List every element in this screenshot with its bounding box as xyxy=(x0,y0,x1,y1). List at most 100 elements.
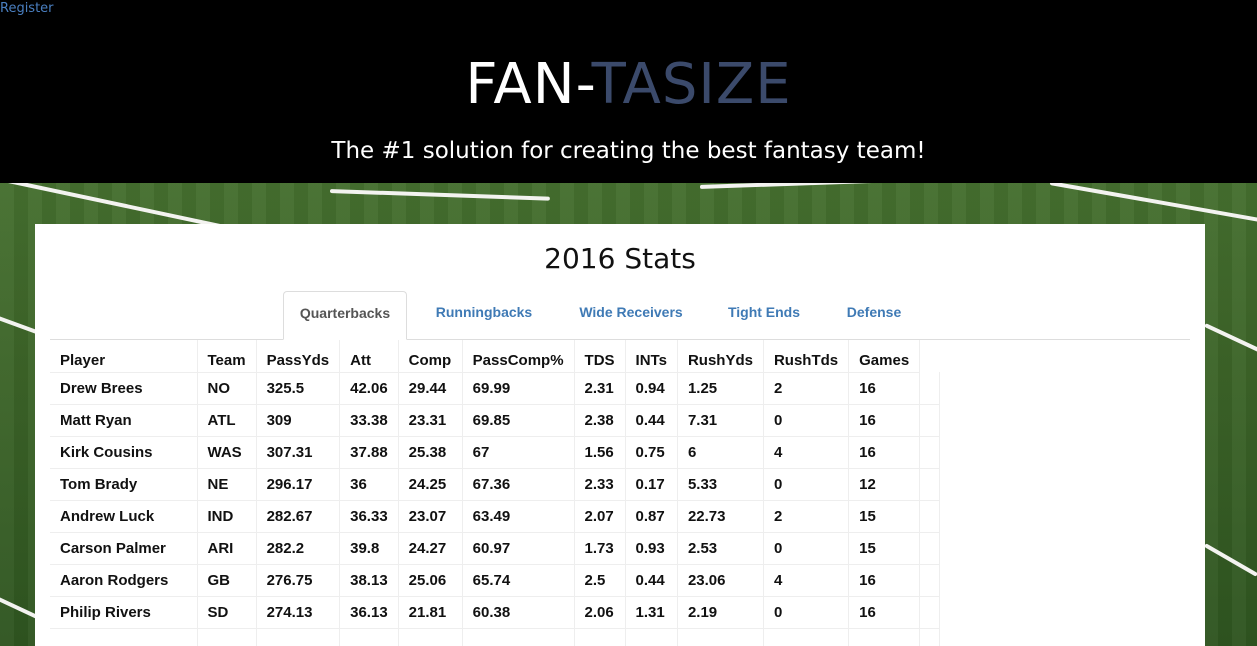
cell-rushyds: 1.25 xyxy=(677,372,764,405)
cell-rushyds: 6 xyxy=(677,436,764,469)
cell-spacer xyxy=(919,596,941,629)
cell-passcomp-pct: 60.38 xyxy=(462,596,575,629)
column-header-passcomp-pct[interactable]: PassComp% xyxy=(462,340,575,373)
cell-team: ATL xyxy=(197,404,257,437)
cell-games: 16 xyxy=(848,436,921,469)
cell-rushtds: 0 xyxy=(763,468,850,501)
cell-team: NO xyxy=(197,372,257,405)
cell-passcomp-pct: 67 xyxy=(462,436,575,469)
cell-passyds: 307.31 xyxy=(256,436,341,469)
column-header-comp[interactable]: Comp xyxy=(398,340,463,373)
cell-tds: 2.38 xyxy=(574,404,626,437)
table-row: Drew Brees NO 325.5 42.06 29.44 69.99 2.… xyxy=(50,372,941,405)
cell-att: 36.13 xyxy=(339,596,399,629)
cell-att: 38.13 xyxy=(339,564,399,597)
column-header-rushyds[interactable]: RushYds xyxy=(677,340,764,373)
cell-player: Kirk Cousins xyxy=(50,436,198,469)
cell-games: 12 xyxy=(848,468,921,501)
cell-tds: 2.33 xyxy=(574,468,626,501)
cell-ints: 0.17 xyxy=(625,468,678,501)
column-header-att[interactable]: Att xyxy=(339,340,399,373)
cell-rushtds: 2 xyxy=(763,372,850,405)
cell-rushyds: 5.33 xyxy=(677,468,764,501)
cell-rushyds: 23.06 xyxy=(677,564,764,597)
column-spacer xyxy=(920,340,940,372)
cell-spacer xyxy=(919,564,941,597)
register-link[interactable]: Register xyxy=(0,1,54,16)
cell-comp: 23.31 xyxy=(398,404,463,437)
cell-att: 36.33 xyxy=(339,500,399,533)
cell-passyds: 325.5 xyxy=(256,372,341,405)
cell-player: Carson Palmer xyxy=(50,532,198,565)
cell-comp: 29.44 xyxy=(398,372,463,405)
yard-line xyxy=(1204,323,1257,353)
table-row: Philip Rivers SD 274.13 36.13 21.81 60.3… xyxy=(50,596,941,629)
cell-tds: 1.56 xyxy=(574,436,626,469)
cell-rushyds: 22.73 xyxy=(677,500,764,533)
cell-rushtds: 4 xyxy=(763,564,850,597)
tab-defense[interactable]: Defense xyxy=(832,291,916,337)
column-header-passyds[interactable]: PassYds xyxy=(256,340,341,373)
cell-passcomp-pct: 67.36 xyxy=(462,468,575,501)
yard-line xyxy=(699,183,960,189)
cell-ints: 0.44 xyxy=(625,404,678,437)
brand-logo: FAN-TASIZE xyxy=(0,53,1257,117)
tagline: The #1 solution for creating the best fa… xyxy=(331,138,926,164)
tab-tight-ends[interactable]: Tight Ends xyxy=(714,291,814,337)
cell-team: ARI xyxy=(197,532,257,565)
cell-player: Drew Brees xyxy=(50,372,198,405)
cell-player: Andrew Luck xyxy=(50,500,198,533)
cell-player: Philip Rivers xyxy=(50,596,198,629)
cell-player: Tom Brady xyxy=(50,468,198,501)
cell-ints: 1.31 xyxy=(625,596,678,629)
cell-player: Aaron Rodgers xyxy=(50,564,198,597)
table-row: Matt Ryan ATL 309 33.38 23.31 69.85 2.38… xyxy=(50,404,941,437)
cell-comp: 25.38 xyxy=(398,436,463,469)
table-row-partial xyxy=(50,628,941,646)
tab-runningbacks[interactable]: Runningbacks xyxy=(421,291,547,337)
column-header-tds[interactable]: TDS xyxy=(574,340,626,373)
cell-passcomp-pct: 69.99 xyxy=(462,372,575,405)
brand-part-fan: FAN- xyxy=(465,52,592,117)
cell-att: 37.88 xyxy=(339,436,399,469)
tab-wide-receivers[interactable]: Wide Receivers xyxy=(564,291,698,337)
table-header-row: Player Team PassYds Att Comp PassComp% T… xyxy=(50,340,940,373)
cell-att: 33.38 xyxy=(339,404,399,437)
cell-rushtds: 0 xyxy=(763,596,850,629)
site-header: Register FAN-TASIZE The #1 solution for … xyxy=(0,0,1257,183)
column-header-games[interactable]: Games xyxy=(848,340,921,373)
cell-rushyds: 7.31 xyxy=(677,404,764,437)
cell-games: 15 xyxy=(848,532,921,565)
tab-quarterbacks[interactable]: Quarterbacks xyxy=(283,291,407,340)
column-header-player[interactable]: Player xyxy=(50,340,198,373)
cell-att: 42.06 xyxy=(339,372,399,405)
table-row: Aaron Rodgers GB 276.75 38.13 25.06 65.7… xyxy=(50,564,941,597)
stats-table: Player Team PassYds Att Comp PassComp% T… xyxy=(50,340,941,646)
cell-ints: 0.75 xyxy=(625,436,678,469)
cell-comp: 24.27 xyxy=(398,532,463,565)
cell-comp: 23.07 xyxy=(398,500,463,533)
cell-ints: 0.94 xyxy=(625,372,678,405)
cell-passyds: 282.67 xyxy=(256,500,341,533)
column-header-rushtds[interactable]: RushTds xyxy=(763,340,850,373)
cell-comp: 24.25 xyxy=(398,468,463,501)
cell-rushyds: 2.19 xyxy=(677,596,764,629)
cell-passyds: 309 xyxy=(256,404,341,437)
column-header-team[interactable]: Team xyxy=(197,340,257,373)
cell-ints: 0.44 xyxy=(625,564,678,597)
table-body: Drew Brees NO 325.5 42.06 29.44 69.99 2.… xyxy=(50,372,941,646)
column-header-ints[interactable]: INTs xyxy=(625,340,678,373)
table-row: Kirk Cousins WAS 307.31 37.88 25.38 67 1… xyxy=(50,436,941,469)
table-row: Carson Palmer ARI 282.2 39.8 24.27 60.97… xyxy=(50,532,941,565)
cell-tds: 2.06 xyxy=(574,596,626,629)
cell-passcomp-pct: 69.85 xyxy=(462,404,575,437)
yard-line xyxy=(1204,543,1257,577)
stats-panel: 2016 Stats Quarterbacks Runningbacks Wid… xyxy=(35,224,1205,646)
table-row: Andrew Luck IND 282.67 36.33 23.07 63.49… xyxy=(50,500,941,533)
cell-ints: 0.87 xyxy=(625,500,678,533)
panel-title: 2016 Stats xyxy=(544,242,696,275)
cell-games: 16 xyxy=(848,404,921,437)
cell-passcomp-pct: 63.49 xyxy=(462,500,575,533)
cell-passyds: 282.2 xyxy=(256,532,341,565)
cell-tds: 1.73 xyxy=(574,532,626,565)
